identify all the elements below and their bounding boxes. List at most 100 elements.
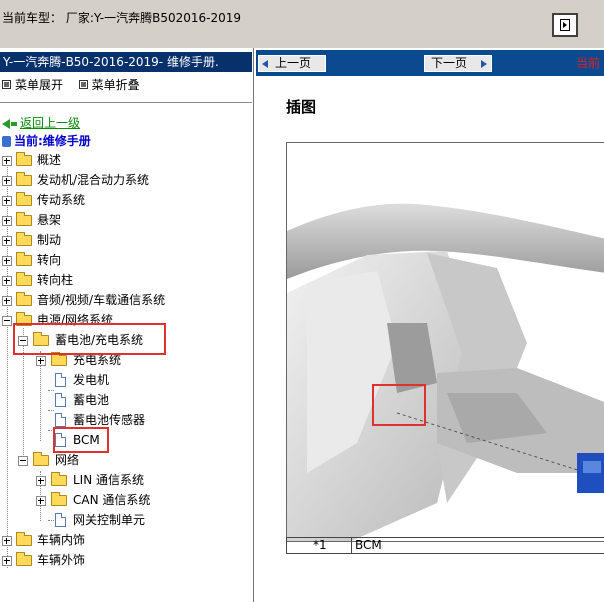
folder-icon: [51, 492, 67, 506]
tree-item-brakes[interactable]: 制动: [0, 230, 250, 250]
folder-icon: [16, 192, 32, 206]
tree-item-bcm[interactable]: BCM: [0, 430, 250, 450]
tree-item-label: CAN 通信系统: [73, 493, 151, 507]
section-title: 插图: [286, 98, 317, 116]
expand-toggle-icon[interactable]: [2, 196, 12, 206]
menu-expand-button[interactable]: 菜单展开: [15, 78, 63, 92]
back-link[interactable]: 返回上一级: [2, 114, 80, 131]
prev-page-label: 上一页: [275, 56, 312, 70]
tree-item-label: 制动: [37, 233, 62, 247]
document-icon: [55, 413, 66, 427]
tree-item-label: 传动系统: [37, 193, 86, 207]
open-folder-icon: [33, 452, 49, 466]
arrow-right-icon: [563, 22, 567, 28]
tree-item-audio-video[interactable]: 音频/视频/车载通信系统: [0, 290, 250, 310]
tree-item-label: LIN 通信系统: [73, 473, 145, 487]
tree-item-drivetrain[interactable]: 传动系统: [0, 190, 250, 210]
current-location-label: 当前:维修手册: [14, 134, 91, 148]
expand-icon: [2, 80, 11, 89]
tree-item-label: 蓄电池: [73, 393, 110, 407]
expand-toggle-icon[interactable]: [2, 556, 12, 566]
expand-toggle-icon[interactable]: [2, 236, 12, 246]
next-page-button[interactable]: 下一页: [424, 55, 492, 72]
folder-icon: [16, 232, 32, 246]
folder-icon: [16, 552, 32, 566]
tree-item-label: 发动机/混合动力系统: [37, 173, 150, 187]
tree-item-network[interactable]: 网络: [0, 450, 250, 470]
tree-item-label: 车辆外饰: [37, 553, 86, 567]
tree-item-label: 音频/视频/车载通信系统: [37, 293, 166, 307]
collapse-icon: [78, 80, 88, 89]
back-arrow-tail: [11, 121, 17, 126]
current-model-text: 当前车型： 厂家:Y-一汽奔腾B502016-2019: [2, 11, 242, 25]
caption-text: BCM: [355, 538, 382, 552]
tree-item-label: 转向: [37, 253, 62, 267]
expand-toggle-icon[interactable]: [36, 476, 46, 486]
expand-toggle-icon[interactable]: [36, 496, 46, 506]
tree-item-label: 概述: [37, 153, 62, 167]
folder-icon: [51, 472, 67, 486]
manual-title: Y-一汽奔腾-B50-2016-2019- 维修手册.: [0, 52, 252, 72]
folder-icon: [16, 532, 32, 546]
tree-item-exterior[interactable]: 车辆外饰: [0, 550, 250, 570]
tree-item-label: 网络: [55, 453, 80, 467]
document-icon: [55, 393, 66, 407]
tree-item-label: 发电机: [73, 373, 110, 387]
top-title-bar: 当前车型： 厂家:Y-一汽奔腾B502016-2019: [0, 0, 604, 48]
tree-item-gateway[interactable]: 网关控制单元: [0, 510, 250, 530]
expand-toggle-icon[interactable]: [2, 256, 12, 266]
expand-toggle-icon[interactable]: [2, 276, 12, 286]
toggle-panel-button[interactable]: [552, 13, 578, 37]
folder-icon: [16, 152, 32, 166]
tree-item-steering-column[interactable]: 转向柱: [0, 270, 250, 290]
collapse-toggle-icon[interactable]: [2, 316, 12, 326]
tree-item-suspension[interactable]: 悬架: [0, 210, 250, 230]
divider: [0, 102, 252, 103]
expand-toggle-icon[interactable]: [2, 176, 12, 186]
current-page-indicator: 当前: [576, 56, 601, 70]
tree-item-steering[interactable]: 转向: [0, 250, 250, 270]
caption-table: *1 BCM: [286, 537, 604, 554]
vehicle-body-illustration: [287, 203, 604, 541]
page-toolbar: 上一页 下一页 当前: [256, 50, 604, 76]
caption-separator: [351, 538, 352, 553]
document-icon: [55, 373, 66, 387]
tree-item-engine[interactable]: 发动机/混合动力系统: [0, 170, 250, 190]
folder-icon: [16, 212, 32, 226]
illustration-figure: [286, 142, 604, 542]
tree-item-alternator[interactable]: 发电机: [0, 370, 250, 390]
caption-number: *1: [313, 538, 327, 552]
left-navigation-panel: Y-一汽奔腾-B50-2016-2019- 维修手册. 菜单展开 菜单折叠 返回…: [0, 48, 254, 602]
tree-item-label: 车辆内饰: [37, 533, 86, 547]
back-link-label: 返回上一级: [20, 116, 81, 130]
prev-page-button[interactable]: 上一页: [258, 55, 326, 72]
folder-icon: [16, 172, 32, 186]
next-page-label: 下一页: [431, 56, 468, 70]
menu-collapse-button[interactable]: 菜单折叠: [92, 78, 140, 92]
expand-toggle-icon[interactable]: [2, 216, 12, 226]
tree-item-interior[interactable]: 车辆内饰: [0, 530, 250, 550]
tree-item-label: 悬架: [37, 213, 62, 227]
collapse-toggle-icon[interactable]: [18, 456, 28, 466]
arrow-right-icon: [481, 60, 487, 68]
back-arrow-icon: [2, 118, 10, 129]
tree-item-label: 网关控制单元: [73, 513, 146, 527]
arrow-left-icon: [262, 60, 268, 68]
tree-item-battery-sensor[interactable]: 蓄电池传感器: [0, 410, 250, 430]
expand-toggle-icon[interactable]: [2, 536, 12, 546]
document-icon: [55, 513, 66, 527]
expand-toggle-icon[interactable]: [2, 156, 12, 166]
tree-item-overview[interactable]: 概述: [0, 150, 250, 170]
current-location: 当前:维修手册: [2, 132, 91, 149]
tree-item-lin[interactable]: LIN 通信系统: [0, 470, 250, 490]
folder-icon: [16, 272, 32, 286]
tree-item-battery[interactable]: 蓄电池: [0, 390, 250, 410]
expand-toggle-icon[interactable]: [36, 356, 46, 366]
tree-item-label: 转向柱: [37, 273, 74, 287]
tree-item-can[interactable]: CAN 通信系统: [0, 490, 250, 510]
content-panel: 上一页 下一页 当前 插图 *1 BCM: [256, 48, 604, 602]
highlight-box-battery-charging: [13, 323, 166, 355]
folder-icon: [16, 252, 32, 266]
expand-toggle-icon[interactable]: [2, 296, 12, 306]
menu-controls: 菜单展开 菜单折叠: [2, 76, 140, 93]
